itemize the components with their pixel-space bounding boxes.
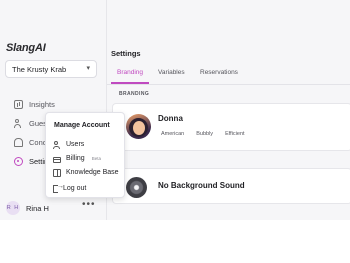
menu-item-label: Billing [66,155,85,162]
menu-item-knowledge-base[interactable]: Knowledge Base [53,167,119,178]
beta-badge: Beta [91,156,101,161]
persona-traits: American Bubbly Efficient [161,131,245,137]
menu-item-label: Knowledge Base [66,169,119,176]
venue-selector[interactable]: The Krusty Krab ▾ [5,60,97,78]
page-background [0,220,350,263]
avatar: R H [6,201,20,215]
trait-tag: Bubbly [196,131,214,137]
chart-icon [14,99,23,109]
active-tab-indicator [111,82,149,84]
menu-item-billing[interactable]: Billing Beta [53,153,101,164]
users-icon [53,140,61,149]
users-icon [14,118,23,128]
user-profile[interactable]: R H Rina H [6,201,49,215]
menu-item-logout[interactable]: Log out [53,183,86,194]
persona-card[interactable]: Donna American Bubbly Efficient [112,103,350,151]
tab-bar: Branding Variables Reservations [107,66,350,85]
sidebar-item-guests[interactable]: Guest [14,116,49,130]
credit-card-icon [53,156,61,163]
gear-icon [14,156,23,166]
persona-avatar [126,114,151,139]
tab-branding[interactable]: Branding [117,69,143,76]
book-icon [53,168,61,177]
app-logo: SlangAI [6,42,46,54]
trait-tag: American [161,131,185,137]
chevron-down-icon: ▾ [86,65,90,72]
venue-label: The Krusty Krab [12,65,67,74]
music-disc-icon [126,177,147,198]
app-window: SlangAI The Krusty Krab ▾ Insights Guest… [0,0,350,220]
sidebar-item-insights[interactable]: Insights [14,97,55,111]
sidebar-item-settings[interactable]: Settin [14,154,48,168]
menu-header: Manage Account [54,122,110,129]
background-sound-card[interactable]: No Background Sound [112,168,350,204]
menu-item-users[interactable]: Users [53,139,84,150]
tab-variables[interactable]: Variables [158,69,185,76]
background-sound-title: No Background Sound [158,181,245,190]
bell-icon [14,137,23,147]
user-name: Rina H [26,203,49,213]
menu-item-label: Log out [63,185,87,192]
main-content: Settings Branding Variables Reservations… [107,0,350,220]
logout-icon [53,183,64,193]
trait-tag: Efficient [225,131,245,137]
account-menu: Manage Account Users Billing Beta Knowle… [45,112,125,198]
menu-item-label: Users [66,141,85,148]
section-label: BRANDING [119,91,150,97]
more-options-button[interactable]: ••• [82,199,96,210]
sidebar-item-label: Insights [29,99,55,109]
persona-name: Donna [158,114,183,123]
page-title: Settings [111,49,141,58]
tab-reservations[interactable]: Reservations [200,69,238,76]
